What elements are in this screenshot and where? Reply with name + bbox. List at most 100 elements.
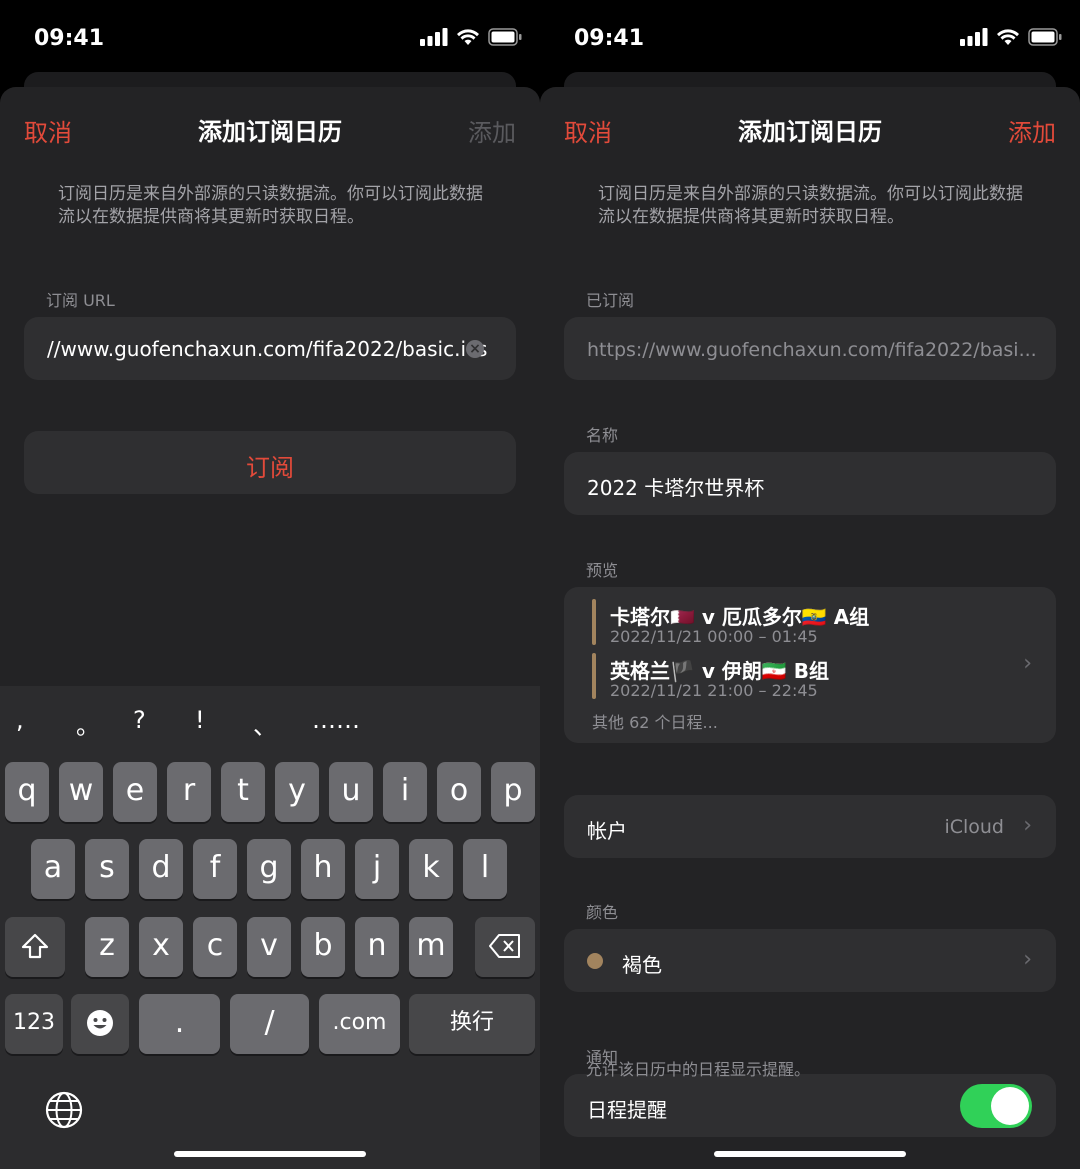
punct-key[interactable]: 、 <box>253 706 277 741</box>
battery-icon <box>1028 28 1062 46</box>
home-indicator <box>714 1151 906 1157</box>
chevron-right-icon: › <box>1023 651 1032 676</box>
alerts-label: 日程提醒 <box>587 1098 667 1122</box>
punct-key[interactable]: 。 <box>76 706 100 741</box>
signal-icon <box>420 28 448 46</box>
delete-key[interactable] <box>475 917 535 977</box>
globe-key[interactable] <box>44 1090 88 1134</box>
description-text: 订阅日历是来自外部源的只读数据流。你可以订阅此数据流以在数据提供商将其更新时获取… <box>598 184 1023 227</box>
clear-icon[interactable]: × <box>466 340 484 358</box>
dotcom-key[interactable]: .com <box>319 994 400 1054</box>
key-q[interactable]: q <box>5 762 49 822</box>
status-icons <box>420 28 522 46</box>
key-u[interactable]: u <box>329 762 373 822</box>
emoji-key[interactable] <box>71 994 129 1054</box>
key-p[interactable]: p <box>491 762 535 822</box>
slash-key[interactable]: / <box>230 994 309 1054</box>
subscribed-url-field: https://www.guofenchaxun.com/fifa2022/ba… <box>564 317 1056 380</box>
punctuation-bar: , 。 ? ! 、 …… <box>0 706 540 746</box>
nav-bar: 取消 添加订阅日历 添加 <box>540 87 1080 167</box>
key-w[interactable]: w <box>59 762 103 822</box>
chevron-right-icon: › <box>1023 813 1032 838</box>
shift-key[interactable] <box>5 917 65 977</box>
emoji-icon <box>87 1010 113 1036</box>
description-text: 订阅日历是来自外部源的只读数据流。你可以订阅此数据流以在数据提供商将其更新时获取… <box>58 184 483 227</box>
account-row[interactable]: 帐户 iCloud › <box>564 795 1056 858</box>
account-label: 帐户 <box>587 819 627 843</box>
alerts-row: 日程提醒 <box>564 1074 1056 1137</box>
left-screen: 09:41 取消 添加订阅日历 添加 订阅日历是来自外部源的只读数据流。你可以订… <box>0 0 540 1169</box>
color-row[interactable]: 褐色 › <box>564 929 1056 992</box>
key-g[interactable]: g <box>247 839 291 899</box>
url-input[interactable]: //www.guofenchaxun.com/fifa2022/basic.ic… <box>24 317 516 380</box>
punct-key[interactable]: …… <box>312 706 360 734</box>
key-f[interactable]: f <box>193 839 237 899</box>
key-d[interactable]: d <box>139 839 183 899</box>
event-time: 2022/11/21 00:00 – 01:45 <box>610 627 818 646</box>
return-key[interactable]: 换行 <box>409 994 535 1054</box>
key-l[interactable]: l <box>463 839 507 899</box>
key-x[interactable]: x <box>139 917 183 977</box>
punct-key[interactable]: ? <box>133 706 146 734</box>
key-e[interactable]: e <box>113 762 157 822</box>
key-v[interactable]: v <box>247 917 291 977</box>
wifi-icon <box>457 29 479 45</box>
nav-bar: 取消 添加订阅日历 添加 <box>0 87 540 167</box>
key-j[interactable]: j <box>355 839 399 899</box>
chevron-right-icon: › <box>1023 947 1032 972</box>
status-bar: 09:41 <box>540 0 1080 80</box>
page-title: 添加订阅日历 <box>738 118 882 146</box>
event-title: 英格兰🏴 v 伊朗🇮🇷 B组 <box>610 659 829 683</box>
name-input[interactable]: 2022 卡塔尔世界杯 <box>564 452 1056 515</box>
event-color-bar <box>592 653 596 699</box>
event-color-bar <box>592 599 596 645</box>
numbers-key[interactable]: 123 <box>5 994 63 1054</box>
punct-key[interactable]: , <box>16 706 24 734</box>
name-input-value: 2022 卡塔尔世界杯 <box>587 476 765 500</box>
color-section-label: 颜色 <box>586 903 619 922</box>
punct-key[interactable]: ! <box>195 706 205 734</box>
dot-key[interactable]: . <box>139 994 220 1054</box>
add-calendar-sheet: 取消 添加订阅日历 添加 订阅日历是来自外部源的只读数据流。你可以订阅此数据流以… <box>540 87 1080 1169</box>
url-label: 订阅 URL <box>46 291 115 310</box>
shift-icon <box>21 933 49 959</box>
preview-card[interactable]: 卡塔尔🇶🇦 v 厄瓜多尔🇪🇨 A组 2022/11/21 00:00 – 01:… <box>564 587 1056 743</box>
key-h[interactable]: h <box>301 839 345 899</box>
key-k[interactable]: k <box>409 839 453 899</box>
url-input-value: //www.guofenchaxun.com/fifa2022/basic.ic… <box>47 337 488 361</box>
key-n[interactable]: n <box>355 917 399 977</box>
signal-icon <box>960 28 988 46</box>
account-value: iCloud <box>944 816 1004 838</box>
key-a[interactable]: a <box>31 839 75 899</box>
home-indicator <box>174 1151 366 1157</box>
key-i[interactable]: i <box>383 762 427 822</box>
right-screen: 09:41 取消 添加订阅日历 添加 订阅日历是来自外部源的只读数据流。你可以订… <box>540 0 1080 1169</box>
key-m[interactable]: m <box>409 917 453 977</box>
subscribe-button[interactable]: 订阅 <box>24 431 516 494</box>
key-z[interactable]: z <box>85 917 129 977</box>
color-value: 褐色 <box>622 953 662 977</box>
key-r[interactable]: r <box>167 762 211 822</box>
wifi-icon <box>997 29 1019 45</box>
key-t[interactable]: t <box>221 762 265 822</box>
key-y[interactable]: y <box>275 762 319 822</box>
subscribed-url-value: https://www.guofenchaxun.com/fifa2022/ba… <box>587 339 1037 361</box>
status-bar: 09:41 <box>0 0 540 80</box>
status-icons <box>960 28 1062 46</box>
key-c[interactable]: c <box>193 917 237 977</box>
add-button[interactable]: 添加 <box>1008 113 1056 148</box>
status-time: 09:41 <box>574 26 645 51</box>
globe-icon <box>45 1091 83 1129</box>
add-button[interactable]: 添加 <box>468 113 516 148</box>
page-title: 添加订阅日历 <box>198 118 342 146</box>
keyboard: , 。 ? ! 、 …… q w e r t y u i o p a s d f… <box>0 686 540 1169</box>
name-label: 名称 <box>586 426 619 445</box>
alerts-footnote: 允许该日历中的日程显示提醒。 <box>586 1060 811 1079</box>
toggle-knob <box>991 1087 1029 1125</box>
key-b[interactable]: b <box>301 917 345 977</box>
key-s[interactable]: s <box>85 839 129 899</box>
alerts-toggle[interactable] <box>960 1084 1032 1128</box>
color-swatch <box>587 953 603 969</box>
key-o[interactable]: o <box>437 762 481 822</box>
subscribed-label: 已订阅 <box>586 291 635 310</box>
